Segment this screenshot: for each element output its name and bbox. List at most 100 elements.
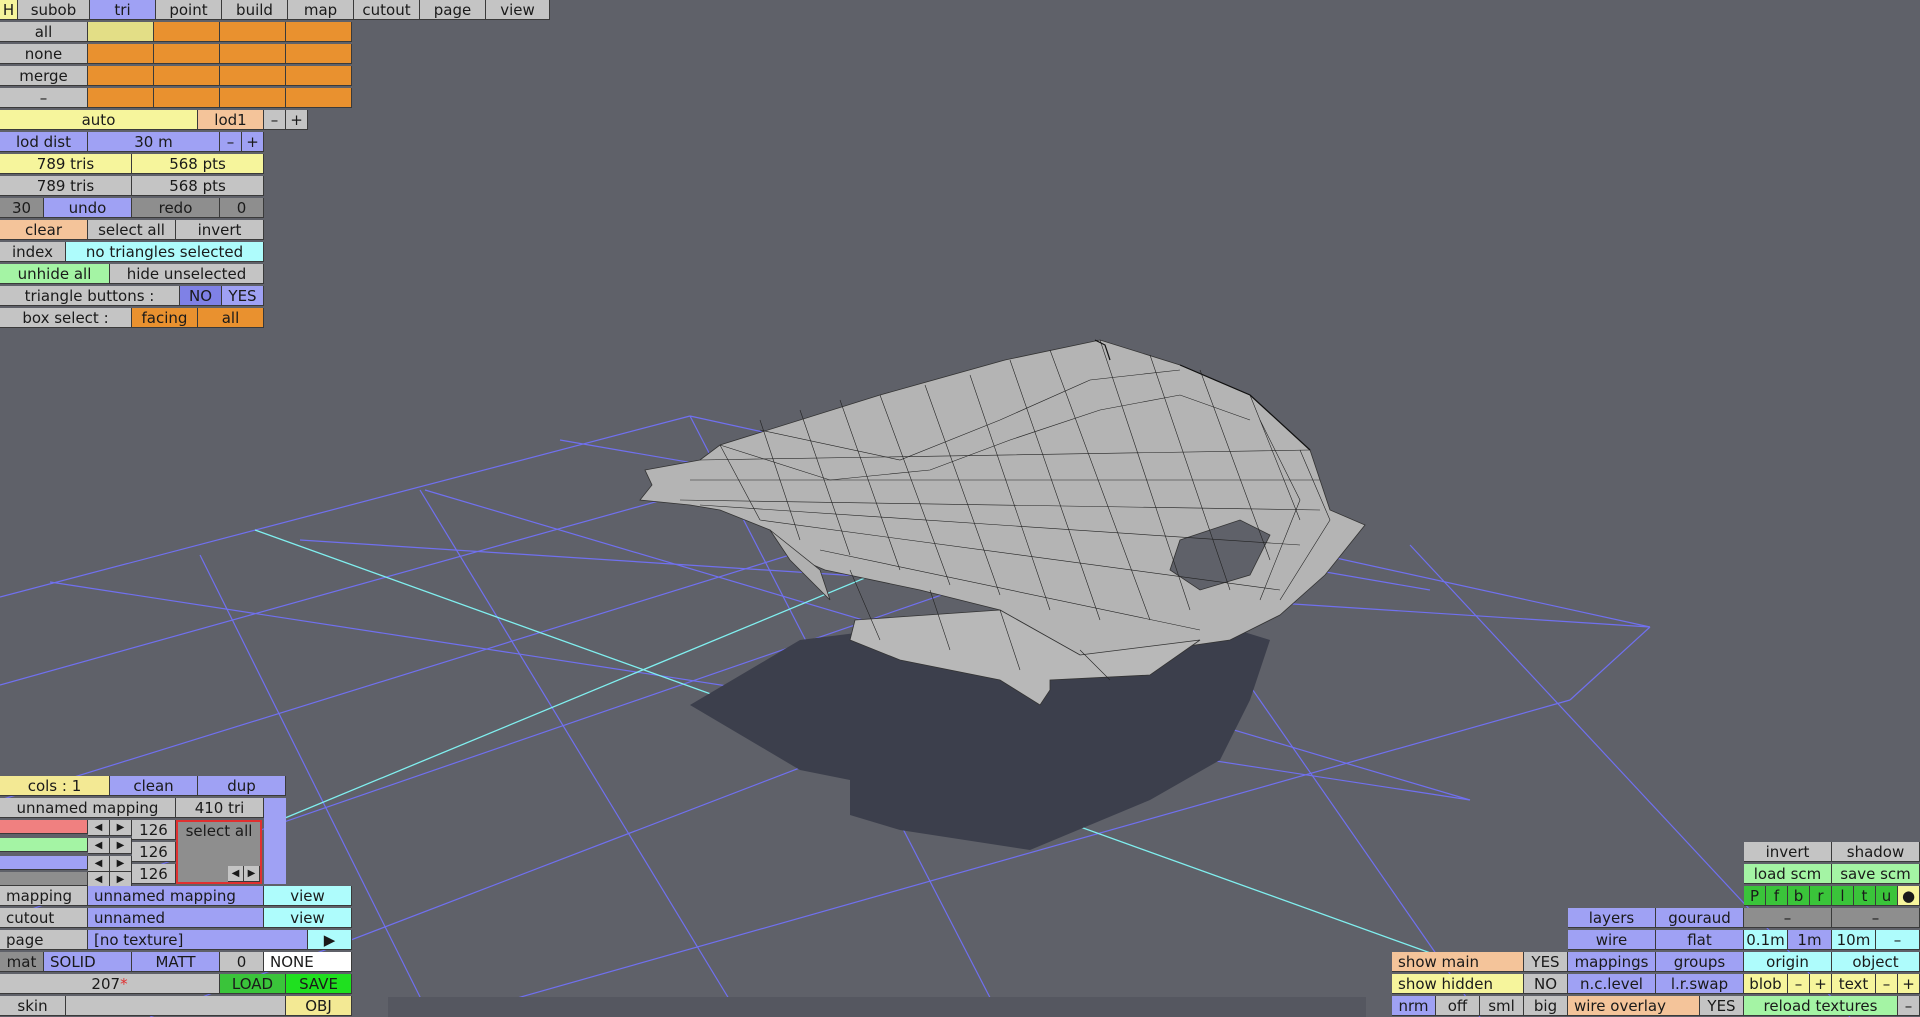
lod-name[interactable]: lod1 [198,110,264,130]
wire-overlay-toggle[interactable]: YES [1700,996,1744,1016]
red-channel-right[interactable]: ▶ [110,820,132,836]
skin-label[interactable]: skin [0,996,66,1016]
tab-view[interactable]: view [486,0,550,20]
gouraud-button[interactable]: gouraud [1656,908,1744,928]
mapping-value[interactable]: unnamed mapping [88,886,264,906]
view-b-button[interactable]: b [1788,886,1810,906]
cols-label[interactable]: cols : 1 [0,776,110,796]
green-channel-left[interactable]: ◀ [88,838,110,854]
lod-slot[interactable] [88,22,154,42]
show-main-toggle[interactable]: YES [1524,952,1568,972]
view-t-button[interactable]: t [1854,886,1876,906]
show-hidden-toggle[interactable]: NO [1524,974,1568,994]
text-plus-button[interactable]: + [1898,974,1920,994]
lod-dist-value[interactable]: 30 m [88,132,220,152]
lod-slot[interactable] [286,66,352,86]
view-l-button[interactable]: l [1832,886,1854,906]
grid-01m-button[interactable]: 0.1m [1744,930,1788,950]
lod-slot[interactable] [220,22,286,42]
big-button[interactable]: big [1524,996,1568,1016]
blue-channel-left[interactable]: ◀ [88,856,110,872]
mat-none-button[interactable]: NONE [264,952,352,972]
nrm-button[interactable]: nrm [1392,996,1436,1016]
tab-subob[interactable]: subob [18,0,90,20]
nc-level-button[interactable]: n.c.level [1568,974,1656,994]
origin-button[interactable]: origin [1744,952,1832,972]
mapping-name[interactable]: unnamed mapping [0,798,176,818]
lod-dist-plus-button[interactable]: + [242,132,264,152]
save-button[interactable]: SAVE [286,974,352,994]
triangle-buttons-yes[interactable]: YES [222,286,264,306]
clean-button[interactable]: clean [110,776,198,796]
select-all-button[interactable]: select all [88,220,176,240]
load-scm-button[interactable]: load scm [1744,864,1832,884]
tab-build[interactable]: build [222,0,288,20]
groups-button[interactable]: groups [1656,952,1744,972]
dash-button-2[interactable]: – [1832,908,1920,928]
reload-textures-button[interactable]: reload textures [1744,996,1898,1016]
grid-10m-button[interactable]: 10m [1832,930,1876,950]
lod-slot[interactable] [286,44,352,64]
green-channel-right[interactable]: ▶ [110,838,132,854]
mat-solid-button[interactable]: SOLID [44,952,132,972]
h-button[interactable]: H [0,0,18,20]
red-channel-value[interactable]: 126 [132,820,176,840]
hide-unselected-button[interactable]: hide unselected [110,264,264,284]
reload-minus-button[interactable]: – [1898,996,1920,1016]
select-all-row-button[interactable]: all [0,22,88,42]
uv-right-arrow[interactable]: ▶ [244,866,260,882]
alpha-channel-value[interactable]: 126 [132,864,176,884]
tab-point[interactable]: point [156,0,222,20]
blue-channel-right[interactable]: ▶ [110,856,132,872]
lod-slot[interactable] [154,66,220,86]
green-channel-value[interactable]: 126 [132,842,176,862]
lod-slot[interactable] [88,66,154,86]
mat-matt-button[interactable]: MATT [132,952,220,972]
save-scm-button[interactable]: save scm [1832,864,1920,884]
minus-row-button[interactable]: – [0,88,88,108]
select-none-row-button[interactable]: none [0,44,88,64]
text-minus-button[interactable]: – [1876,974,1898,994]
red-channel-left[interactable]: ◀ [88,820,110,836]
page-play-button[interactable]: ▶ [308,930,352,950]
dash-button-1[interactable]: – [1744,908,1832,928]
lod-slot[interactable] [286,88,352,108]
grid-minus-button[interactable]: – [1876,930,1920,950]
layers-button[interactable]: layers [1568,908,1656,928]
tab-map[interactable]: map [288,0,354,20]
view-p-button[interactable]: P [1744,886,1766,906]
tab-cutout[interactable]: cutout [354,0,420,20]
lod-slot[interactable] [88,44,154,64]
dup-button[interactable]: dup [198,776,286,796]
load-button[interactable]: LOAD [220,974,286,994]
lod-dist-minus-button[interactable]: – [220,132,242,152]
obj-button[interactable]: OBJ [286,996,352,1016]
mat-number[interactable]: 0 [220,952,264,972]
redo-button[interactable]: redo [132,198,220,218]
lod-slot[interactable] [88,88,154,108]
merge-row-button[interactable]: merge [0,66,88,86]
skin-field[interactable] [66,996,286,1016]
lod-slot[interactable] [154,44,220,64]
off-button[interactable]: off [1436,996,1480,1016]
undo-button[interactable]: undo [44,198,132,218]
view-f-button[interactable]: f [1766,886,1788,906]
blob-plus-button[interactable]: + [1810,974,1832,994]
unhide-all-button[interactable]: unhide all [0,264,110,284]
cutout-value[interactable]: unnamed [88,908,264,928]
lod-minus-button[interactable]: – [264,110,286,130]
view-r-button[interactable]: r [1810,886,1832,906]
blob-button[interactable]: blob [1744,974,1788,994]
blob-minus-button[interactable]: – [1788,974,1810,994]
cutout-view-button[interactable]: view [264,908,352,928]
sml-button[interactable]: sml [1480,996,1524,1016]
lod-slot[interactable] [154,88,220,108]
horizontal-scrollbar[interactable] [388,997,1366,1017]
invert-button[interactable]: invert [176,220,264,240]
box-select-all[interactable]: all [198,308,264,328]
flat-button[interactable]: flat [1656,930,1744,950]
lod-slot[interactable] [154,22,220,42]
lr-swap-button[interactable]: l.r.swap [1656,974,1744,994]
lod-slot[interactable] [220,88,286,108]
clear-button[interactable]: clear [0,220,88,240]
